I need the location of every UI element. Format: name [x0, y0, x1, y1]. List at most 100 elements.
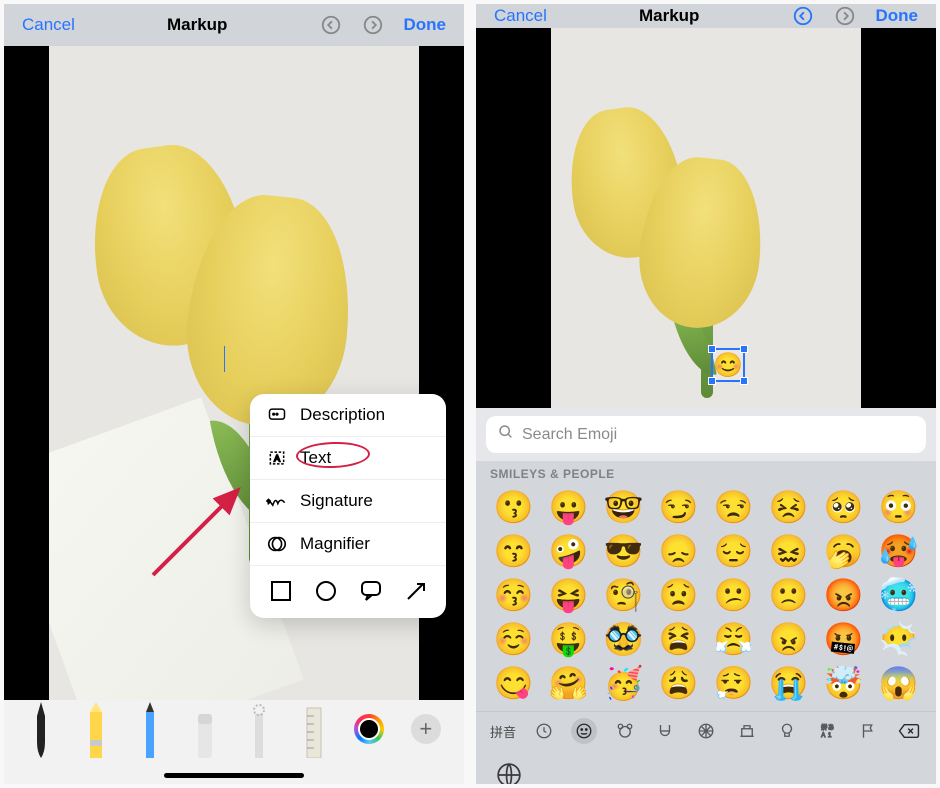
tool-dock: +	[4, 700, 464, 784]
emoji-item[interactable]: 🤗	[543, 663, 594, 703]
emoji-section-label: SMILEYS & PEOPLE	[476, 461, 936, 483]
category-objects-icon[interactable]	[774, 718, 800, 744]
emoji-item[interactable]: 🥳	[598, 663, 649, 703]
emoji-item[interactable]: 😳	[873, 487, 924, 527]
shape-speech-bubble[interactable]	[358, 578, 383, 604]
emoji-item[interactable]: 🥶	[873, 575, 924, 615]
shape-arrow[interactable]	[403, 578, 428, 604]
shape-square[interactable]	[268, 578, 293, 604]
emoji-item[interactable]: 🥺	[818, 487, 869, 527]
emoji-item[interactable]: 😤	[708, 619, 759, 659]
emoji-item[interactable]: 😮‍💨	[708, 663, 759, 703]
emoji-item[interactable]: 😞	[653, 531, 704, 571]
emoji-item[interactable]: 😔	[708, 531, 759, 571]
emoji-item[interactable]: 😠	[763, 619, 814, 659]
tool-eraser[interactable]	[191, 702, 219, 758]
svg-text:A: A	[274, 453, 281, 463]
category-animals-icon[interactable]	[612, 718, 638, 744]
backspace-icon[interactable]	[896, 718, 922, 744]
emoji-item[interactable]: 😡	[818, 575, 869, 615]
signature-icon	[266, 490, 288, 512]
markup-canvas[interactable]: 😊	[476, 28, 936, 408]
tool-pen[interactable]	[27, 702, 55, 758]
tool-lasso[interactable]	[245, 702, 273, 758]
menu-item-label: Signature	[300, 491, 373, 511]
photo: 😊	[551, 28, 861, 408]
emoji-keyboard: Search Emoji SMILEYS & PEOPLE 😗 😛 🤓 😏 😒 …	[476, 408, 936, 784]
emoji-item[interactable]: 😫	[653, 619, 704, 659]
emoji-item[interactable]: 😩	[653, 663, 704, 703]
svg-text:拼: 拼	[821, 724, 827, 732]
emoji-item[interactable]: 🤬	[818, 619, 869, 659]
cancel-button[interactable]: Cancel	[494, 6, 547, 26]
magnifier-icon	[266, 533, 288, 555]
emoji-item[interactable]: 😒	[708, 487, 759, 527]
emoji-item[interactable]: 🤓	[598, 487, 649, 527]
emoji-item[interactable]: 🥸	[598, 619, 649, 659]
category-pinyin[interactable]: 拼音	[490, 718, 516, 744]
menu-item-label: Description	[300, 405, 385, 425]
category-smileys-icon[interactable]	[571, 718, 597, 744]
color-picker-button[interactable]	[354, 714, 384, 744]
emoji-item[interactable]: 😶‍🌫️	[873, 619, 924, 659]
emoji-category-bar: 拼音 拼あA1	[476, 711, 936, 750]
category-activity-icon[interactable]	[693, 718, 719, 744]
redo-icon	[361, 13, 385, 37]
emoji-item[interactable]: 😟	[653, 575, 704, 615]
emoji-item[interactable]: 😚	[488, 575, 539, 615]
menu-item-magnifier[interactable]: Magnifier	[250, 523, 446, 566]
category-recent-icon[interactable]	[531, 718, 557, 744]
tool-ruler[interactable]	[300, 702, 328, 758]
emoji-item[interactable]: 🧐	[598, 575, 649, 615]
emoji-item[interactable]: 😭	[763, 663, 814, 703]
emoji-item[interactable]: 🤯	[818, 663, 869, 703]
category-symbols-icon[interactable]: 拼あA1	[815, 718, 841, 744]
emoji-item[interactable]: 😎	[598, 531, 649, 571]
emoji-item[interactable]: ☺️	[488, 619, 539, 659]
inserted-text-box[interactable]: 😊	[711, 348, 745, 382]
done-button[interactable]: Done	[875, 6, 918, 26]
add-button[interactable]: +	[411, 714, 441, 744]
done-button[interactable]: Done	[403, 15, 446, 35]
category-travel-icon[interactable]	[734, 718, 760, 744]
emoji-item[interactable]: 🙁	[763, 575, 814, 615]
emoji-item[interactable]: 🤑	[543, 619, 594, 659]
description-icon	[266, 404, 288, 426]
undo-icon[interactable]	[791, 4, 815, 28]
menu-item-signature[interactable]: Signature	[250, 480, 446, 523]
page-title: Markup	[639, 6, 699, 26]
cancel-button[interactable]: Cancel	[22, 15, 75, 35]
undo-icon	[319, 13, 343, 37]
category-flags-icon[interactable]	[855, 718, 881, 744]
tool-pencil[interactable]	[136, 702, 164, 758]
inserted-emoji: 😊	[713, 351, 743, 380]
text-icon: A	[266, 447, 288, 469]
menu-item-label: Magnifier	[300, 534, 370, 554]
emoji-item[interactable]: 😱	[873, 663, 924, 703]
emoji-item[interactable]: 🥱	[818, 531, 869, 571]
navbar: Cancel Markup Done	[4, 4, 464, 46]
globe-icon[interactable]	[494, 760, 524, 784]
emoji-item[interactable]: 🤪	[543, 531, 594, 571]
shape-circle[interactable]	[313, 578, 338, 604]
home-indicator	[164, 773, 304, 778]
emoji-item[interactable]: 😕	[708, 575, 759, 615]
category-food-icon[interactable]	[652, 718, 678, 744]
emoji-item[interactable]: 😣	[763, 487, 814, 527]
emoji-item[interactable]: 😋	[488, 663, 539, 703]
emoji-item[interactable]: 😝	[543, 575, 594, 615]
right-screenshot: Cancel Markup Done 😊	[476, 4, 936, 784]
emoji-item[interactable]: 😏	[653, 487, 704, 527]
markup-canvas[interactable]: Description A Text Signature Magnifier	[4, 46, 464, 700]
emoji-item[interactable]: 😛	[543, 487, 594, 527]
svg-text:1: 1	[828, 733, 832, 739]
tool-marker[interactable]	[82, 702, 110, 758]
emoji-item[interactable]: 😗	[488, 487, 539, 527]
redo-icon	[833, 4, 857, 28]
emoji-item[interactable]: 😖	[763, 531, 814, 571]
menu-item-description[interactable]: Description	[250, 394, 446, 437]
emoji-search-field[interactable]: Search Emoji	[486, 416, 926, 453]
emoji-item[interactable]: 😙	[488, 531, 539, 571]
emoji-item[interactable]: 🥵	[873, 531, 924, 571]
emoji-grid: 😗 😛 🤓 😏 😒 😣 🥺 😳 😙 🤪 😎 😞 😔 😖 🥱 🥵 😚 😝 🧐 😟 …	[476, 483, 936, 711]
